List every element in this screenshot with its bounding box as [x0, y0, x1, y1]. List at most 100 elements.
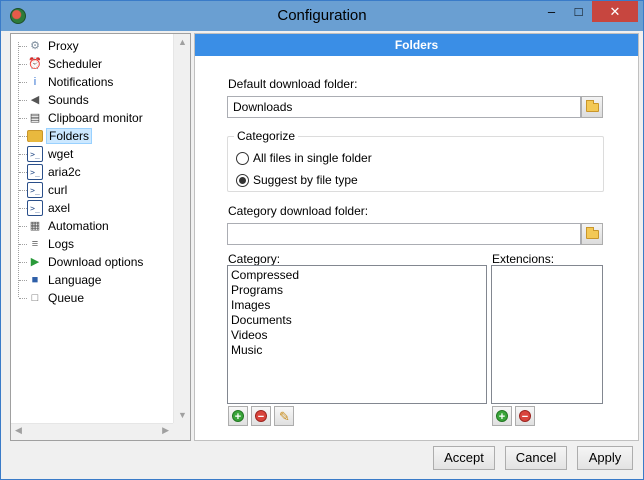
default-folder-label: Default download folder: — [228, 77, 358, 91]
tree-item-label: Automation — [48, 219, 109, 233]
tree-item[interactable]: >_ axel — [19, 199, 72, 217]
document-icon: ≡ — [31, 238, 39, 250]
tree-item-label: Queue — [48, 291, 85, 305]
tree-vertical-scrollbar[interactable]: ▲ ▼ — [173, 34, 190, 423]
tree-item[interactable]: ▶ Download options — [19, 253, 145, 271]
category-list-item[interactable]: Compressed — [231, 268, 483, 283]
tree-item-label: Folders — [46, 128, 93, 144]
scroll-left-arrow-icon[interactable]: ◀ — [15, 425, 22, 436]
category-list-item[interactable]: Images — [231, 298, 483, 313]
tree-connector — [19, 154, 27, 155]
scroll-down-arrow-icon[interactable]: ▼ — [174, 410, 191, 420]
book-icon: ■ — [31, 274, 39, 286]
pages-icon: □ — [31, 292, 39, 304]
category-list-item[interactable]: Documents — [231, 313, 483, 328]
title-bar[interactable]: Configuration – □ ✕ — [1, 1, 643, 31]
tree-connector-line — [18, 42, 19, 297]
add-extension-button[interactable]: + — [492, 406, 512, 426]
edit-category-button[interactable]: ✎ — [274, 406, 294, 426]
extensions-listbox[interactable] — [491, 265, 603, 404]
category-list-item[interactable]: Videos — [231, 328, 483, 343]
clipboard-icon: ▤ — [29, 112, 41, 124]
folder-icon — [586, 227, 599, 239]
console-icon: >_ — [27, 164, 43, 180]
tree-item[interactable]: ⏰ Scheduler — [19, 55, 104, 73]
info-icon: i — [33, 76, 37, 88]
tree-connector — [19, 172, 27, 173]
tree-item-label: Logs — [48, 237, 75, 251]
tree-item[interactable]: ◀ Sounds — [19, 91, 91, 109]
tree-item[interactable]: ▤ Clipboard monitor — [19, 109, 145, 127]
accept-button[interactable]: Accept — [433, 446, 495, 470]
category-list-item[interactable]: Programs — [231, 283, 483, 298]
tree-connector — [19, 136, 27, 137]
folders-panel: Folders Default download folder: Downloa… — [194, 33, 639, 441]
tree-connector — [19, 64, 27, 65]
tree-item-label: Scheduler — [48, 57, 103, 71]
speaker-icon: ◀ — [30, 94, 40, 106]
panel-header: Folders — [195, 34, 638, 56]
tree-item[interactable]: >_ aria2c — [19, 163, 83, 181]
categorize-title: Categorize — [234, 129, 299, 143]
tree-connector — [19, 100, 27, 101]
tree-horizontal-scrollbar[interactable]: ◀ ▶ — [11, 423, 173, 440]
tree-connector — [19, 46, 27, 47]
tree-item[interactable]: ■ Language — [19, 271, 103, 289]
remove-category-button[interactable]: − — [251, 406, 271, 426]
folder-icon — [586, 100, 599, 112]
tree-connector — [19, 262, 27, 263]
console-icon: >_ — [27, 200, 43, 216]
tree-item[interactable]: ≡ Logs — [19, 235, 76, 253]
radio-by-file-type[interactable]: Suggest by file type — [236, 173, 358, 187]
plus-icon: + — [496, 410, 508, 423]
maximize-button[interactable]: □ — [565, 1, 592, 22]
radio-single-circle[interactable] — [236, 151, 249, 165]
play-download-icon: ▶ — [30, 256, 40, 268]
tree-connector — [19, 82, 27, 83]
tree-item[interactable]: ⚙ Proxy — [19, 37, 81, 55]
tree-connector — [19, 208, 27, 209]
tree-connector — [19, 280, 27, 281]
category-listbox[interactable]: Compressed Programs Images Documents Videos M… — [227, 265, 487, 404]
close-button[interactable]: ✕ — [592, 1, 638, 22]
tree-item[interactable]: >_ wget — [19, 145, 75, 163]
tree-item-label: axel — [48, 201, 71, 215]
add-category-button[interactable]: + — [228, 406, 248, 426]
settings-tree[interactable]: ⚙ Proxy ⏰ Scheduler i Notifications ◀ Sounds ▤ Cl… — [10, 33, 191, 441]
categorize-group: Categorize All files in single folder Su… — [227, 129, 604, 192]
scroll-corner — [173, 423, 190, 440]
radio-by-type-circle[interactable] — [236, 173, 249, 187]
tree-item-label: wget — [48, 147, 74, 161]
cancel-button[interactable]: Cancel — [505, 446, 567, 470]
tree-item-label: Clipboard monitor — [48, 111, 143, 125]
tree-item[interactable]: ▦ Automation — [19, 217, 111, 235]
minimize-button[interactable]: – — [538, 1, 565, 22]
category-folder-input[interactable] — [227, 223, 581, 245]
tree-connector — [19, 298, 27, 299]
minus-icon: − — [519, 410, 531, 423]
category-label: Category: — [228, 252, 281, 266]
category-folder-label: Category download folder: — [228, 204, 369, 218]
tree-connector — [19, 190, 27, 191]
scroll-up-arrow-icon[interactable]: ▲ — [174, 37, 191, 47]
default-folder-input[interactable]: Downloads — [227, 96, 581, 118]
tree-item-label: curl — [48, 183, 68, 197]
remove-extension-button[interactable]: − — [515, 406, 535, 426]
tree-connector — [19, 226, 27, 227]
scroll-right-arrow-icon[interactable]: ▶ — [162, 425, 169, 436]
tree-item[interactable]: ▬ Folders — [19, 127, 93, 145]
folder-icon: ▬ — [27, 130, 43, 145]
tree-item[interactable]: □ Queue — [19, 289, 86, 307]
apply-button[interactable]: Apply — [577, 446, 633, 470]
radio-by-type-label: Suggest by file type — [253, 173, 358, 187]
browse-category-folder-button[interactable] — [581, 223, 603, 245]
category-list-item[interactable]: Music — [231, 343, 483, 358]
tree-item[interactable]: >_ curl — [19, 181, 69, 199]
tree-connector — [19, 244, 27, 245]
gear-icon: ⚙ — [30, 40, 40, 52]
radio-single-folder[interactable]: All files in single folder — [236, 151, 372, 165]
tree-item[interactable]: i Notifications — [19, 73, 115, 91]
console-icon: >_ — [27, 146, 43, 162]
browse-default-folder-button[interactable] — [581, 96, 603, 118]
console-icon: >_ — [27, 182, 43, 198]
